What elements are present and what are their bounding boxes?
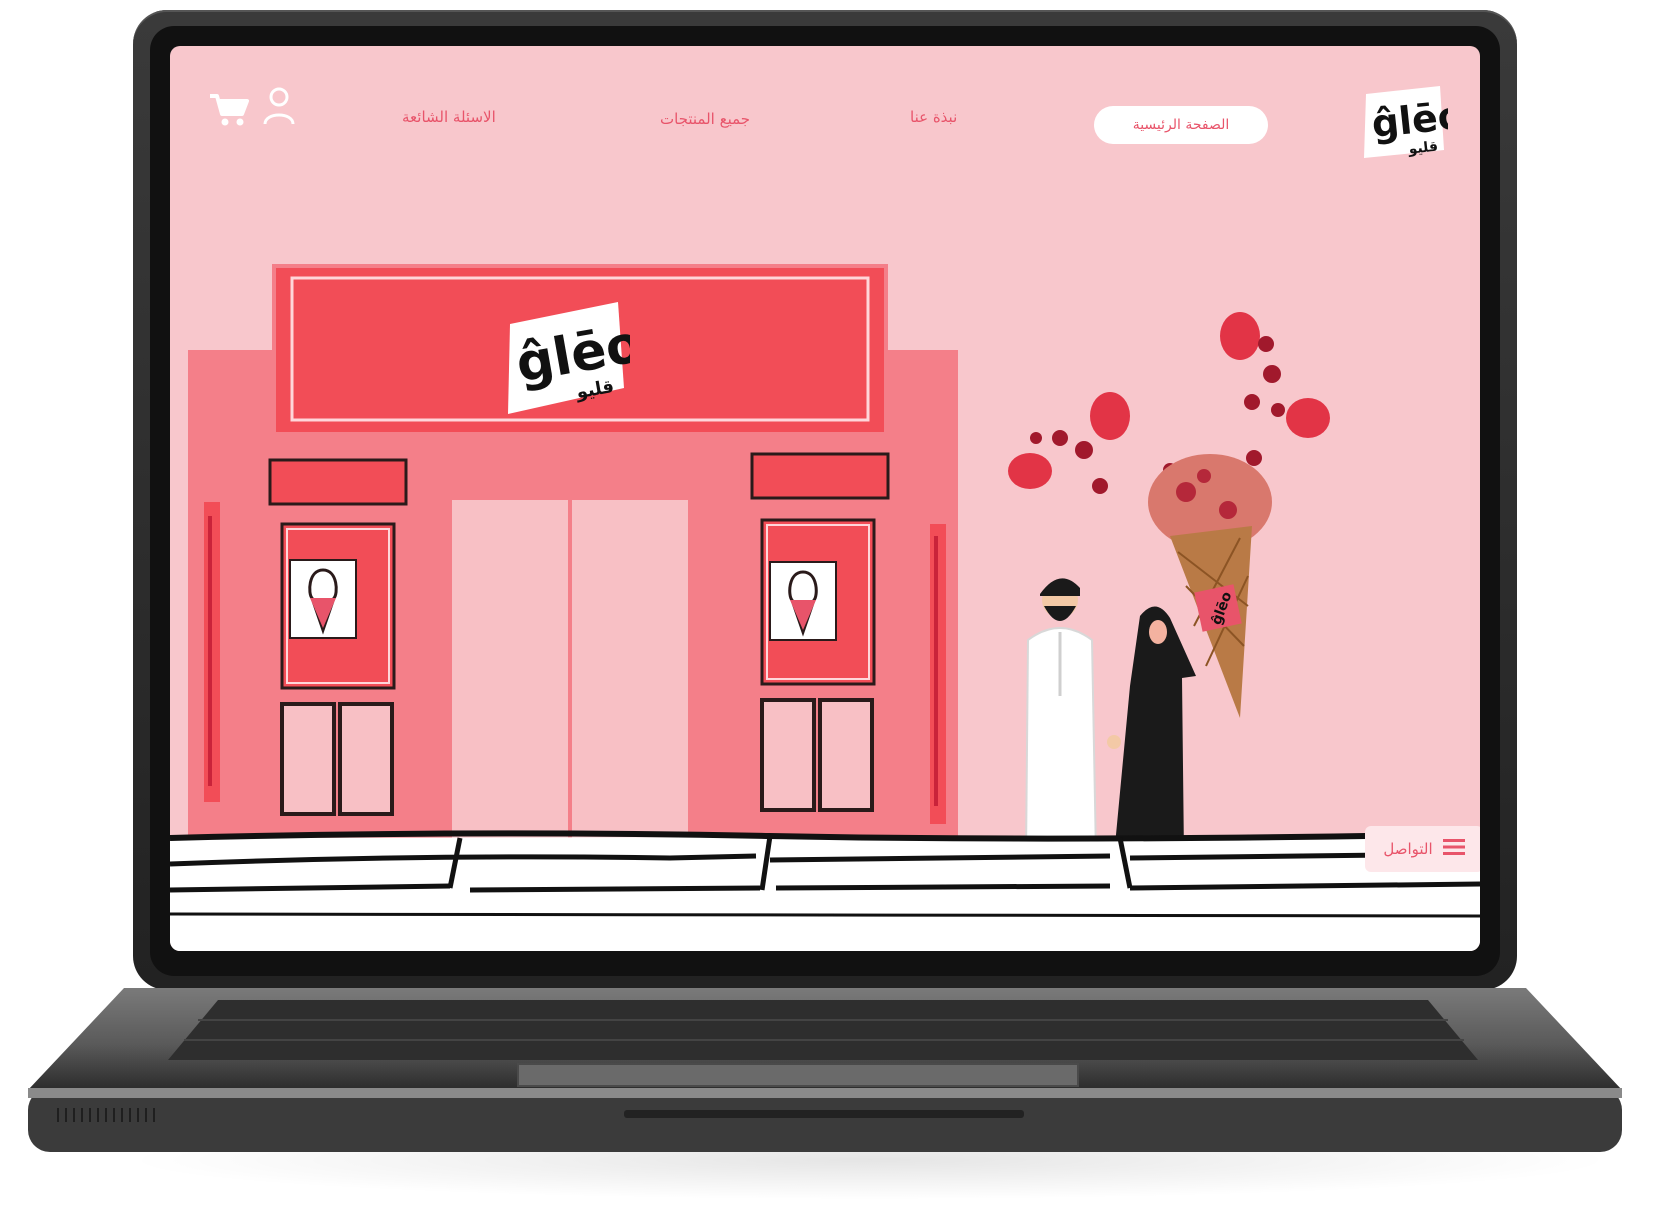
store-sign-logo: ĝlēo قليو [500,296,646,416]
header-logo[interactable]: ĝlēo قليو [1360,84,1466,162]
laptop-base [28,988,1622,1152]
nav-home[interactable]: الصفحة الرئيسية [1094,106,1268,144]
nav-about[interactable]: نبذة عنا [910,108,957,126]
nav-products[interactable]: جميع المنتجات [660,110,750,128]
cone-sticker-left [288,558,358,640]
contact-button-label: التواصل [1383,840,1433,858]
cone-sticker-right [768,560,838,642]
sidewalk [170,830,1480,951]
nav-faq[interactable]: الاسئلة الشائعة [402,108,496,126]
contact-button[interactable]: التواصل [1365,826,1480,872]
website-screen: الاسئلة الشائعة جميع المنتجات نبذة عنا ا… [170,46,1480,951]
cart-icon[interactable] [208,92,250,128]
menu-icon [1442,838,1465,860]
svg-text:قليو: قليو [1407,139,1439,158]
user-icon[interactable] [262,86,296,126]
